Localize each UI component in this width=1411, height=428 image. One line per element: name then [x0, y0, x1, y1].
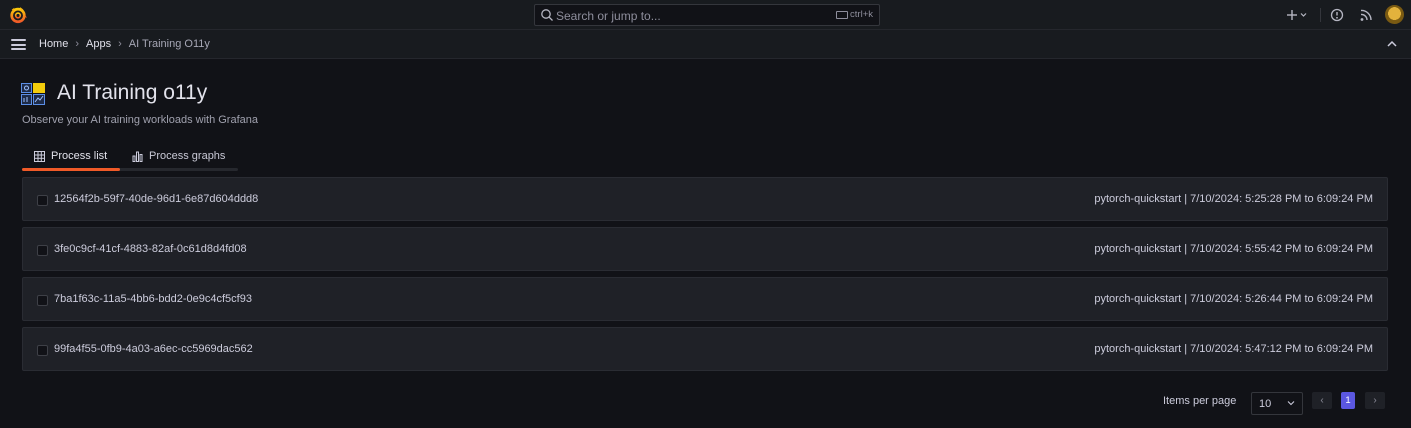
process-meta: pytorch-quickstart | 7/10/2024: 5:55:42 …	[1094, 243, 1373, 255]
chevron-right-icon: ›	[1373, 395, 1377, 406]
user-avatar[interactable]	[1385, 5, 1404, 24]
chevron-down-icon	[1287, 401, 1295, 406]
breadcrumb-current: AI Training O11y	[128, 38, 210, 50]
process-id: 99fa4f55-0fb9-4a03-a6ec-cc5969dac562	[54, 343, 253, 355]
app-logo-icon	[21, 83, 45, 105]
tab-process-list[interactable]: Process list	[22, 150, 120, 171]
process-checkbox[interactable]	[37, 295, 48, 306]
process-list: 12564f2b-59f7-40de-96d1-6e87d604ddd8 pyt…	[22, 177, 1388, 377]
news-feed-icon[interactable]	[1359, 7, 1373, 23]
breadcrumb-separator-icon: ›	[118, 38, 122, 50]
process-row[interactable]: 7ba1f63c-11a5-4bb6-bdd2-0e9c4cf5cf93 pyt…	[22, 277, 1388, 321]
process-row[interactable]: 12564f2b-59f7-40de-96d1-6e87d604ddd8 pyt…	[22, 177, 1388, 221]
breadcrumb: Home › Apps › AI Training O11y	[39, 38, 210, 50]
chevron-left-icon: ‹	[1320, 395, 1324, 406]
toolbar-divider	[1320, 8, 1321, 22]
process-checkbox[interactable]	[37, 345, 48, 356]
tab-process-graphs[interactable]: Process graphs	[132, 150, 225, 162]
shortcut-label: ctrl+k	[850, 9, 873, 20]
tab-bar: Process list Process graphs	[22, 147, 238, 171]
process-meta: pytorch-quickstart | 7/10/2024: 5:26:44 …	[1094, 293, 1373, 305]
grafana-logo-icon[interactable]	[9, 6, 27, 24]
items-per-page-value: 10	[1259, 398, 1272, 410]
process-checkbox[interactable]	[37, 245, 48, 256]
hamburger-menu-icon[interactable]	[11, 39, 26, 50]
chevron-down-icon	[1300, 13, 1307, 17]
breadcrumb-home[interactable]: Home	[39, 38, 68, 50]
previous-page-button[interactable]: ‹	[1312, 392, 1332, 409]
breadcrumb-bar: Home › Apps › AI Training O11y	[0, 30, 1411, 59]
table-icon	[34, 150, 45, 162]
process-id: 12564f2b-59f7-40de-96d1-6e87d604ddd8	[54, 193, 259, 205]
process-checkbox[interactable]	[37, 195, 48, 206]
bar-chart-icon	[132, 151, 143, 162]
top-bar: Search or jump to... ctrl+k	[0, 0, 1411, 30]
search-bar[interactable]: Search or jump to... ctrl+k	[534, 4, 880, 26]
tab-label: Process graphs	[149, 150, 226, 162]
active-tab-indicator	[22, 168, 120, 171]
page-subtitle: Observe your AI training workloads with …	[22, 114, 259, 126]
items-per-page-label: Items per page	[1163, 395, 1237, 407]
tab-label: Process list	[51, 150, 108, 162]
process-meta: pytorch-quickstart | 7/10/2024: 5:47:12 …	[1094, 343, 1373, 355]
process-id: 3fe0c9cf-41cf-4883-82af-0c61d8d4fd08	[54, 243, 247, 255]
pagination: Items per page 10 ‹ 1 ›	[1163, 392, 1389, 415]
search-icon	[541, 9, 553, 21]
add-new-button[interactable]	[1287, 7, 1309, 23]
items-per-page-select[interactable]: 10	[1251, 392, 1303, 415]
process-id: 7ba1f63c-11a5-4bb6-bdd2-0e9c4cf5cf93	[54, 293, 252, 305]
page-1-button[interactable]: 1	[1341, 392, 1355, 409]
process-row[interactable]: 99fa4f55-0fb9-4a03-a6ec-cc5969dac562 pyt…	[22, 327, 1388, 371]
process-row[interactable]: 3fe0c9cf-41cf-4883-82af-0c61d8d4fd08 pyt…	[22, 227, 1388, 271]
page-title: AI Training o11y	[57, 81, 208, 104]
help-icon[interactable]	[1330, 7, 1344, 23]
search-placeholder: Search or jump to...	[556, 9, 661, 23]
next-page-button[interactable]: ›	[1365, 392, 1385, 409]
keyboard-icon	[836, 10, 849, 19]
process-meta: pytorch-quickstart | 7/10/2024: 5:25:28 …	[1094, 193, 1373, 205]
search-shortcut: ctrl+k	[836, 9, 873, 20]
breadcrumb-separator-icon: ›	[75, 38, 80, 50]
breadcrumb-apps[interactable]: Apps	[86, 38, 111, 50]
chevron-up-icon[interactable]	[1386, 39, 1398, 49]
